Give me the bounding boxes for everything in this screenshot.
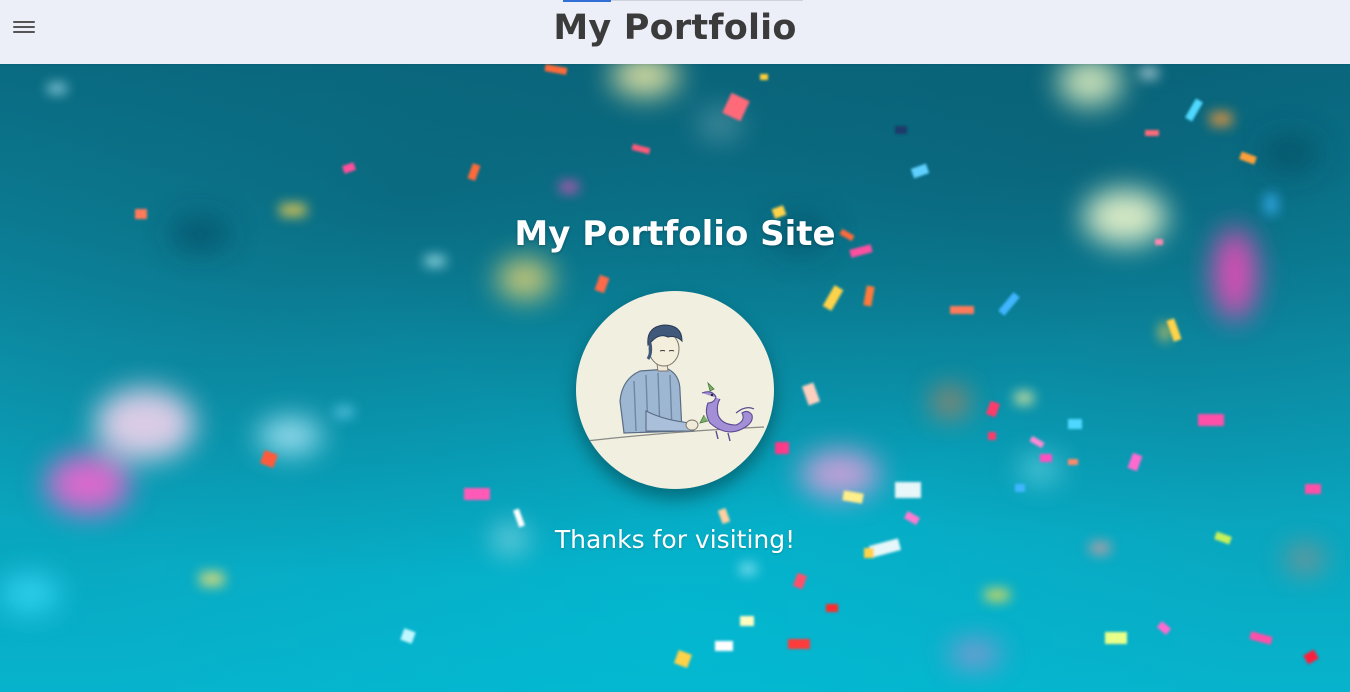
top-app-bar: My Portfolio (0, 0, 1350, 64)
tab-indicator-track (611, 0, 803, 1)
hero-title: My Portfolio Site (514, 214, 836, 254)
hero-content: My Portfolio Site Thanks for visiting! (0, 214, 1350, 554)
hero-section: My Portfolio Site Thanks for visiting! (0, 64, 1350, 692)
tab-indicator (563, 0, 611, 2)
site-title: My Portfolio (553, 8, 797, 48)
hero-subtitle: Thanks for visiting! (554, 525, 796, 554)
portrait-with-dragon-icon (576, 291, 774, 489)
